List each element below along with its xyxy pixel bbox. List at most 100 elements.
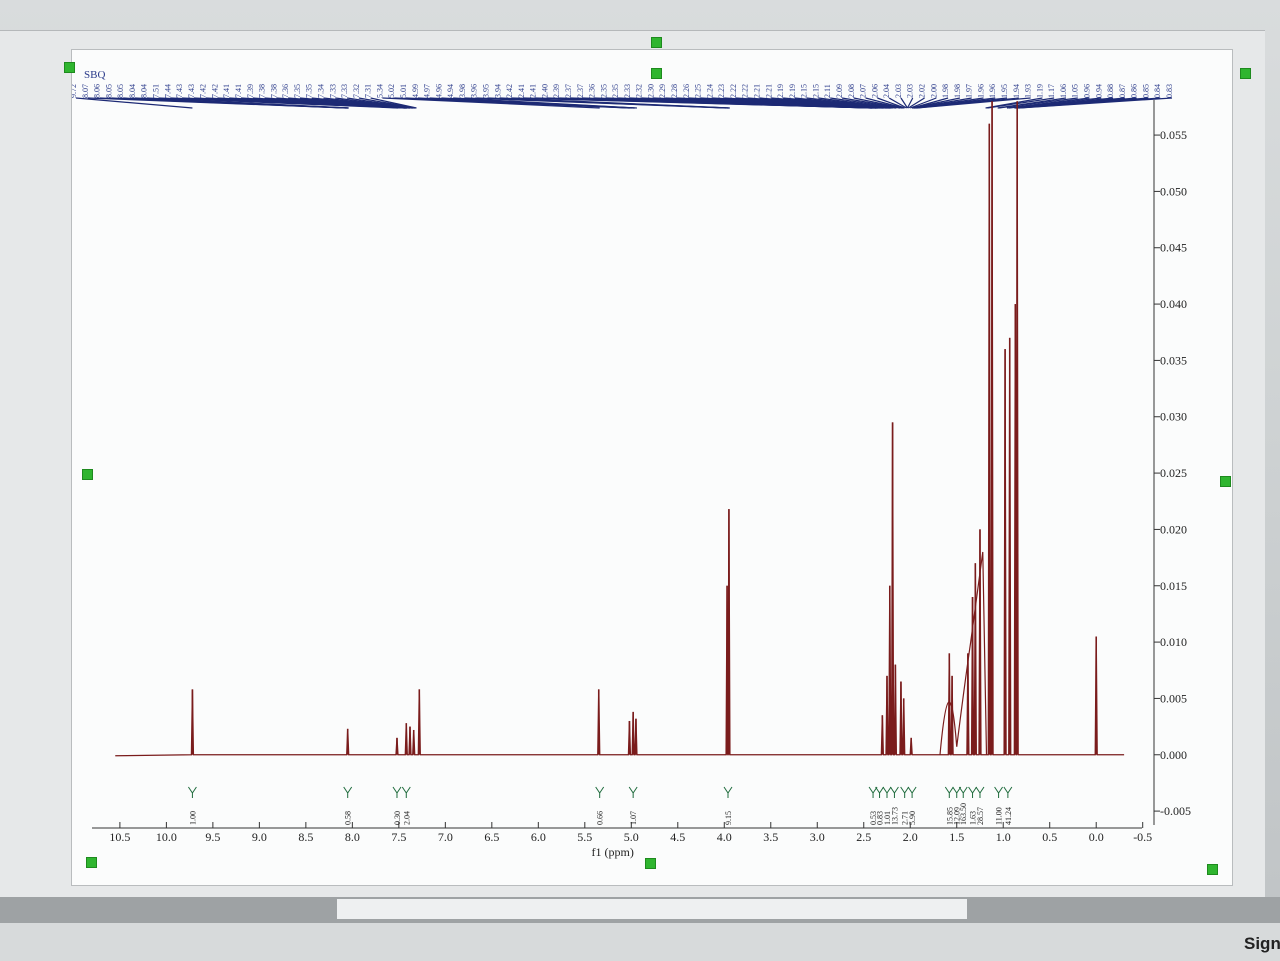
peak-label: 4.97 <box>423 84 432 98</box>
integral-mark <box>875 786 884 798</box>
y-tick-label: 0.000 <box>1160 748 1187 762</box>
nmr-spectrum-chart: SBQ9.72 8.07 8.06 8.05 8.05 8.04 8.04 7.51 7.44 7… <box>72 69 1191 859</box>
peak-label: 2.35 <box>599 84 608 98</box>
integral-mark <box>900 786 910 798</box>
spectrum-page: SBQ 9.72 8.07 8.06 8.05 8.05 8.04 8.04 7.51 7.44 7… <box>72 50 1232 885</box>
y-tick-label: 0.040 <box>1160 297 1187 311</box>
x-tick-label: 10.5 <box>109 830 130 844</box>
resize-handle-top-center[interactable] <box>651 68 662 79</box>
peak-label: 2.23 <box>717 84 726 98</box>
integral-mark <box>882 786 892 798</box>
peak-label: 3.96 <box>470 84 479 98</box>
x-tick-label: 4.0 <box>717 830 732 844</box>
x-tick-label: 10.0 <box>156 830 177 844</box>
peak-label: 2.11 <box>823 84 832 98</box>
resize-handle-top-left[interactable] <box>64 62 75 73</box>
peak-label: 8.05 <box>104 84 113 98</box>
resize-handle-bottom[interactable] <box>645 858 656 869</box>
x-tick-label: 0.0 <box>1089 830 1104 844</box>
resize-handle-bottom-right[interactable] <box>1207 864 1218 875</box>
peak-label: 8.07 <box>81 84 90 98</box>
peak-label: 1.17 <box>1047 84 1056 98</box>
x-tick-label: 6.5 <box>484 830 499 844</box>
peak-label: 1.98 <box>953 84 962 98</box>
peak-label: 0.85 <box>1141 84 1150 98</box>
y-tick-label: 0.005 <box>1160 691 1187 705</box>
peak-label: 8.04 <box>140 84 149 98</box>
peak-label: 1.97 <box>965 84 974 98</box>
peak-label: 2.39 <box>552 84 561 98</box>
x-tick-label: 7.5 <box>391 830 406 844</box>
peak-label: 7.42 <box>210 84 219 98</box>
x-tick-label: 7.0 <box>438 830 453 844</box>
resize-handle-right[interactable] <box>1220 476 1231 487</box>
resize-handle-bottom-left[interactable] <box>86 857 97 868</box>
peak-label: 2.37 <box>564 84 573 98</box>
integral-mark <box>944 786 954 798</box>
peak-label: 2.08 <box>847 84 856 98</box>
integral-mark <box>994 786 1003 798</box>
integral-mark <box>868 786 878 798</box>
integral-value: 28.57 <box>976 807 985 825</box>
peak-label: 2.04 <box>882 84 891 98</box>
peak-label: 1.06 <box>1059 84 1068 98</box>
integral-mark <box>975 786 985 798</box>
peak-label: 3.95 <box>481 84 490 98</box>
peak-label: 2.19 <box>776 84 785 98</box>
peak-label: 0.83 <box>1165 84 1174 98</box>
peak-label: 2.06 <box>870 84 879 98</box>
integral-value: 1.07 <box>629 811 638 825</box>
peak-label: 9.72 <box>72 84 78 98</box>
peak-label: 2.36 <box>588 84 597 98</box>
peak-label: 0.94 <box>1094 84 1103 98</box>
peak-label: 7.39 <box>246 84 255 98</box>
x-tick-label: 8.5 <box>298 830 313 844</box>
peak-label: 1.98 <box>941 84 950 98</box>
integral-mark <box>628 786 638 798</box>
x-tick-label: 5.0 <box>624 830 639 844</box>
x-tick-label: 2.5 <box>856 830 871 844</box>
peak-label: 7.43 <box>187 84 196 98</box>
integral-mark <box>958 786 968 798</box>
x-tick-label: 5.5 <box>577 830 592 844</box>
peak-label: 2.19 <box>788 84 797 98</box>
peak-label: 2.37 <box>576 84 585 98</box>
peak-label: 1.94 <box>1012 84 1021 98</box>
peak-label: 7.51 <box>151 84 160 98</box>
x-tick-label: 3.0 <box>810 830 825 844</box>
peak-label: 2.15 <box>811 84 820 98</box>
peak-label: 2.03 <box>906 84 915 98</box>
integral-value: 2.04 <box>402 811 411 825</box>
peak-label: 7.42 <box>199 84 208 98</box>
resize-handle-top[interactable] <box>651 37 662 48</box>
y-tick-label: 0.050 <box>1160 184 1187 198</box>
peak-label: 7.32 <box>352 84 361 98</box>
peak-label: 7.44 <box>163 84 172 98</box>
resize-handle-top-right[interactable] <box>1240 68 1251 79</box>
peak-label: 2.22 <box>741 84 750 98</box>
x-tick-label: 6.0 <box>531 830 546 844</box>
y-tick-label: 0.010 <box>1160 635 1187 649</box>
integral-mark <box>1003 786 1013 798</box>
x-tick-label: 4.5 <box>670 830 685 844</box>
peak-label-group: 9.72 8.07 8.06 8.05 8.05 8.04 8.04 7.51 7.44 7.43… <box>72 84 1174 109</box>
peak-label: 8.05 <box>116 84 125 98</box>
peak-label: 2.28 <box>670 84 679 98</box>
y-tick-label: 0.015 <box>1160 579 1187 593</box>
peak-label: 1.05 <box>1071 84 1080 98</box>
sample-label: SBQ <box>84 69 105 81</box>
peak-label: 1.96 <box>988 84 997 98</box>
integral-value: 0.30 <box>393 811 402 825</box>
peak-label: 2.21 <box>764 84 773 98</box>
integral-mark <box>188 786 197 798</box>
peak-label: 2.33 <box>623 84 632 98</box>
x-tick-label: 9.5 <box>205 830 220 844</box>
peak-label: 2.21 <box>753 84 762 98</box>
integral-value: 13.73 <box>890 807 899 825</box>
sign-button[interactable]: Sign <box>1244 934 1280 954</box>
resize-handle-left[interactable] <box>82 469 93 480</box>
horizontal-scrollbar-thumb[interactable] <box>337 899 967 919</box>
x-tick-label: 1.0 <box>996 830 1011 844</box>
x-tick-label: -0.5 <box>1133 830 1152 844</box>
peak-label: 1.95 <box>1000 84 1009 98</box>
